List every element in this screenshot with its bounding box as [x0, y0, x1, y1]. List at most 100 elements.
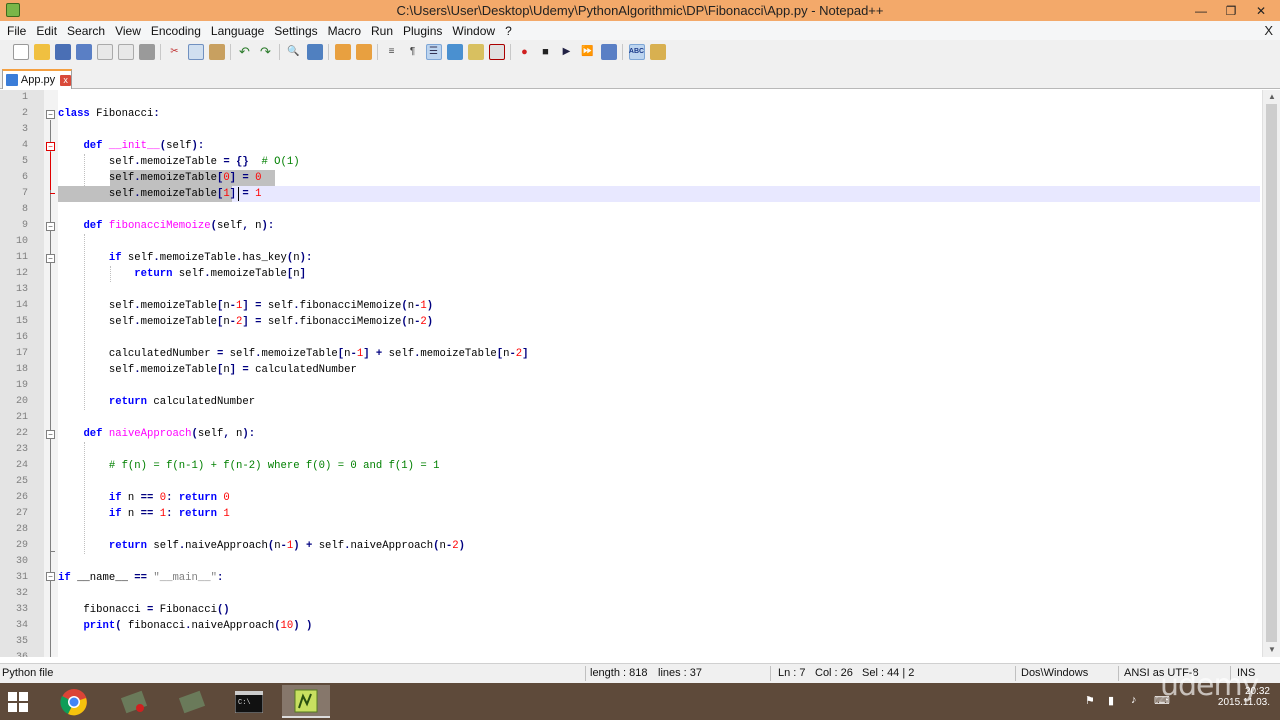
code-text[interactable]: if n == 0: return 0	[58, 490, 230, 506]
code-text[interactable]: print( fibonacci.naiveApproach(10) )	[58, 618, 312, 634]
cmd-taskbar-icon[interactable]: C:\	[225, 685, 273, 718]
undo-icon[interactable]: ↶	[237, 44, 253, 60]
redo-icon[interactable]: ↷	[258, 44, 274, 60]
run-macro-multiple-icon[interactable]: ⏩	[580, 44, 596, 60]
code-line[interactable]: 25	[0, 474, 1262, 490]
indent-guide-icon[interactable]: ☰	[425, 43, 442, 60]
code-line[interactable]: 28	[0, 522, 1262, 538]
code-text[interactable]: self.memoizeTable[n] = calculatedNumber	[58, 362, 357, 378]
code-text[interactable]: if n == 1: return 1	[58, 506, 230, 522]
code-line[interactable]: 1	[0, 90, 1262, 106]
vertical-scrollbar[interactable]: ▲ ▼	[1262, 90, 1280, 657]
code-line[interactable]: 24 # f(n) = f(n-1) + f(n-2) where f(0) =…	[0, 458, 1262, 474]
minimize-button[interactable]: —	[1186, 0, 1216, 21]
code-line[interactable]: 31 if __name__ == "__main__":	[0, 570, 1262, 586]
code-line[interactable]: 26 if n == 0: return 0	[0, 490, 1262, 506]
cut-icon[interactable]: ✂	[167, 44, 183, 60]
volume-icon[interactable]: ♪	[1131, 694, 1145, 708]
code-text[interactable]: self.memoizeTable[1] = 1	[58, 186, 262, 202]
menu-window[interactable]: Window	[447, 24, 500, 38]
menu-file[interactable]: File	[2, 24, 31, 38]
code-line[interactable]: 12 return self.memoizeTable[n]	[0, 266, 1262, 282]
flag-icon[interactable]: ⚑	[1085, 694, 1099, 708]
close-all-icon[interactable]	[117, 43, 134, 60]
code-line[interactable]: 8	[0, 202, 1262, 218]
menu-encoding[interactable]: Encoding	[146, 24, 206, 38]
code-text[interactable]: return self.naiveApproach(n-1) + self.na…	[58, 538, 465, 554]
code-line[interactable]: 18 self.memoizeTable[n] = calculatedNumb…	[0, 362, 1262, 378]
code-line[interactable]: 36	[0, 650, 1262, 657]
code-line[interactable]: 3	[0, 122, 1262, 138]
close-document-button[interactable]: X	[1264, 23, 1273, 38]
user-lang-icon[interactable]	[446, 43, 463, 60]
save-all-icon[interactable]	[75, 43, 92, 60]
new-file-icon[interactable]	[12, 43, 29, 60]
code-text[interactable]: if __name__ == "__main__":	[58, 570, 223, 586]
code-line[interactable]: 13	[0, 282, 1262, 298]
code-line[interactable]: 35	[0, 634, 1262, 650]
editor[interactable]: − − − − − − 1 2 class Fibonacci: 3 4 def __i…	[0, 90, 1262, 657]
code-line[interactable]: 9 def fibonacciMemoize(self, n):	[0, 218, 1262, 234]
save-icon[interactable]	[54, 43, 71, 60]
code-line[interactable]: 5 self.memoizeTable = {} # O(1)	[0, 154, 1262, 170]
close-icon[interactable]	[96, 43, 113, 60]
zoom-in-icon[interactable]	[334, 43, 351, 60]
chrome-taskbar-icon[interactable]	[50, 685, 98, 718]
code-line[interactable]: 30	[0, 554, 1262, 570]
stop-record-icon[interactable]: ■	[538, 44, 554, 60]
code-line[interactable]: 10	[0, 234, 1262, 250]
code-line[interactable]: 22 def naiveApproach(self, n):	[0, 426, 1262, 442]
replace-icon[interactable]	[306, 43, 323, 60]
code-text[interactable]: if self.memoizeTable.has_key(n):	[58, 250, 312, 266]
play-macro-icon[interactable]: ▶	[559, 44, 575, 60]
doc-map-icon[interactable]	[467, 43, 484, 60]
menu-help[interactable]: ?	[500, 24, 517, 38]
menu-settings[interactable]: Settings	[269, 24, 322, 38]
paste-icon[interactable]	[208, 43, 225, 60]
code-text[interactable]: def naiveApproach(self, n):	[58, 426, 255, 442]
code-line[interactable]: 33 fibonacci = Fibonacci()	[0, 602, 1262, 618]
code-line[interactable]: 20 return calculatedNumber	[0, 394, 1262, 410]
scroll-thumb[interactable]	[1266, 104, 1277, 642]
record-macro-icon[interactable]: ●	[517, 44, 533, 60]
menu-view[interactable]: View	[110, 24, 146, 38]
tab-app-py[interactable]: App.py x	[2, 69, 72, 89]
tab-close-icon[interactable]: x	[60, 74, 71, 86]
spell-check-options-icon[interactable]	[649, 43, 666, 60]
spell-check-icon[interactable]: ABC	[628, 43, 645, 60]
code-line[interactable]: 7 self.memoizeTable[1] = 1	[0, 186, 1262, 202]
code-line[interactable]: 34 print( fibonacci.naiveApproach(10) )	[0, 618, 1262, 634]
network-icon[interactable]: ▮	[1108, 694, 1122, 708]
print-icon[interactable]	[138, 43, 155, 60]
menu-macro[interactable]: Macro	[323, 24, 366, 38]
code-line[interactable]: 6 self.memoizeTable[0] = 0	[0, 170, 1262, 186]
scroll-down-icon[interactable]: ▼	[1263, 643, 1280, 657]
code-text[interactable]: fibonacci = Fibonacci()	[58, 602, 229, 618]
code-line[interactable]: 17 calculatedNumber = self.memoizeTable[…	[0, 346, 1262, 362]
code-text[interactable]: self.memoizeTable[n-2] = self.fibonacciM…	[58, 314, 433, 330]
code-text[interactable]: # f(n) = f(n-1) + f(n-2) where f(0) = 0 …	[58, 458, 440, 474]
code-text[interactable]: self.memoizeTable[0] = 0	[58, 170, 262, 186]
code-line[interactable]: 27 if n == 1: return 1	[0, 506, 1262, 522]
code-text[interactable]: calculatedNumber = self.memoizeTable[n-1…	[58, 346, 529, 362]
close-window-button[interactable]: ✕	[1246, 0, 1276, 21]
code-line[interactable]: 19	[0, 378, 1262, 394]
code-line[interactable]: 21	[0, 410, 1262, 426]
menu-run[interactable]: Run	[366, 24, 398, 38]
word-wrap-icon[interactable]: ≡	[384, 44, 400, 60]
python-shell-taskbar-icon[interactable]	[168, 685, 216, 718]
code-text[interactable]: def __init__(self):	[58, 138, 204, 154]
menu-edit[interactable]: Edit	[31, 24, 62, 38]
code-line[interactable]: 14 self.memoizeTable[n-1] = self.fibonac…	[0, 298, 1262, 314]
python-idle-taskbar-icon[interactable]	[110, 685, 158, 718]
code-line[interactable]: 16	[0, 330, 1262, 346]
notepadpp-taskbar-icon[interactable]	[282, 685, 330, 718]
code-text[interactable]: class Fibonacci:	[58, 106, 160, 122]
zoom-out-icon[interactable]	[355, 43, 372, 60]
menu-language[interactable]: Language	[206, 24, 269, 38]
code-text[interactable]: self.memoizeTable = {} # O(1)	[58, 154, 300, 170]
code-text[interactable]: return self.memoizeTable[n]	[58, 266, 306, 282]
code-text[interactable]: def fibonacciMemoize(self, n):	[58, 218, 274, 234]
code-text[interactable]: self.memoizeTable[n-1] = self.fibonacciM…	[58, 298, 433, 314]
code-line[interactable]: 23	[0, 442, 1262, 458]
